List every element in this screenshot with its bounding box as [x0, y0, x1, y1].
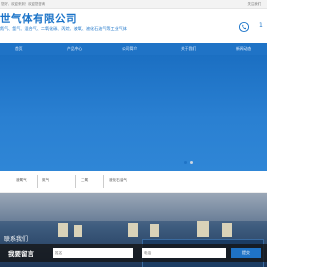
category-link[interactable]: 二氧	[81, 178, 88, 183]
tank-shape	[128, 223, 138, 237]
company-name: 世气体有限公司	[0, 13, 77, 25]
tank-shape	[74, 225, 82, 237]
divider	[37, 175, 38, 188]
submit-button[interactable]: 提交	[231, 248, 261, 258]
carousel-dot[interactable]	[190, 161, 193, 164]
welcome-text: 您好，欢迎来到！欢迎您咨询	[1, 2, 46, 6]
nav-item-home[interactable]: 首页	[15, 43, 23, 55]
divider	[75, 175, 76, 188]
message-label: 我要留言	[8, 250, 34, 258]
top-bar: 您好，欢迎来到！欢迎您咨询 关注我们	[0, 0, 267, 9]
nav-item-products[interactable]: 产品中心	[67, 43, 82, 55]
category-strip: 液氧气 氮气 二氧 液化石油气	[0, 172, 267, 193]
name-input[interactable]	[53, 248, 133, 258]
phone-icon	[239, 21, 249, 33]
category-link[interactable]: 液氧气	[16, 178, 27, 183]
nav-item-about-us[interactable]: 关于我们	[181, 43, 196, 55]
phone-number[interactable]: 1	[259, 22, 263, 29]
category-link[interactable]: 液化石油气	[109, 178, 127, 183]
follow-link[interactable]: 关注我们	[247, 0, 261, 8]
photo-caption: 联系我们	[4, 236, 29, 243]
divider	[103, 175, 104, 188]
carousel-dot-active[interactable]	[184, 161, 187, 164]
tank-shape	[58, 223, 68, 237]
phone-input[interactable]	[142, 248, 226, 258]
tank-shape	[197, 221, 209, 237]
photo-sky	[0, 193, 267, 221]
tank-shape	[222, 223, 232, 237]
category-link[interactable]: 氮气	[42, 178, 49, 183]
message-bar: 我要留言 提交	[0, 244, 267, 262]
main-nav: 首页 产品中心 公司简介 关于我们 新闻动态	[0, 43, 267, 55]
nav-item-about-company[interactable]: 公司简介	[122, 43, 137, 55]
nav-item-news[interactable]: 新闻动态	[236, 43, 251, 55]
site-header: 世气体有限公司 氮气、氩气、混合气、二氧化碳、丙烷、液氧、液化石油气等工业气体 …	[0, 9, 267, 42]
product-tagline: 氮气、氩气、混合气、二氧化碳、丙烷、液氧、液化石油气等工业气体	[0, 26, 127, 31]
tank-shape	[150, 224, 159, 237]
hero-banner	[0, 55, 267, 171]
